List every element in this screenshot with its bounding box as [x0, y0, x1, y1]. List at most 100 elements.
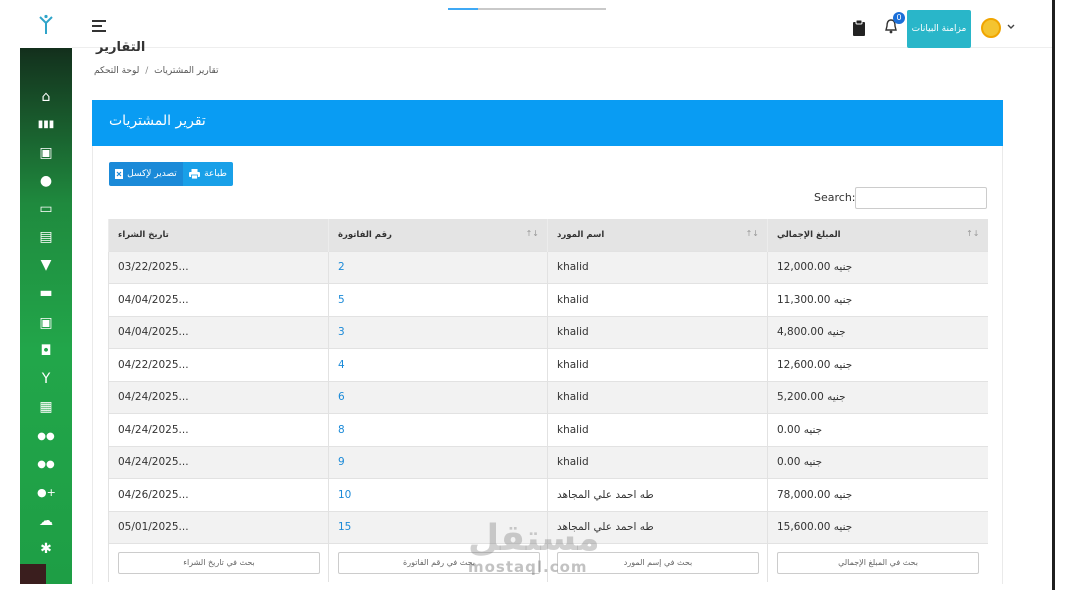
invoice-number-link[interactable]: 3 — [328, 315, 548, 349]
invoice-number-link[interactable]: 10 — [328, 478, 548, 511]
filter-cell: بحث في تاريخ الشراء — [108, 543, 329, 582]
column-header-label: رقم الفاتورة — [338, 229, 392, 240]
sync-data-button[interactable]: مزامنة البيانات — [907, 10, 971, 48]
search-label: Search: — [814, 191, 856, 204]
column-header-label: تاريخ الشراء — [118, 229, 169, 240]
total-amount-cell: 5,200.00 جنيه — [767, 380, 988, 414]
print-label: طباعة — [204, 169, 227, 179]
building-icon[interactable]: ▦ — [37, 398, 55, 416]
card-title: تقرير المشتريات — [109, 113, 206, 129]
total-amount-cell: 12,600.00 جنيه — [767, 348, 988, 381]
column-header-invoice-number[interactable]: رقم الفاتورة ↑↓ — [328, 219, 548, 251]
purchase-date-cell: 05/01/2025... — [108, 510, 329, 544]
table-header-row: تاريخ الشراء رقم الفاتورة ↑↓ اسم المورد ↑↓… — [108, 219, 988, 251]
column-header-total-amount[interactable]: المبلغ الإجمالي ↑↓ — [767, 219, 988, 251]
total-amount-cell: 0.00 جنيه — [767, 445, 988, 479]
user-icon[interactable]: ● — [37, 172, 55, 190]
export-excel-label: تصدير لإكسل — [127, 169, 177, 179]
filter-purchase-date-input[interactable]: بحث في تاريخ الشراء — [118, 551, 320, 574]
users-icon[interactable]: ●● — [37, 428, 55, 446]
medkit-icon[interactable]: ▣ — [37, 144, 55, 162]
user-add-icon[interactable]: ●+ — [37, 484, 56, 502]
card-icon[interactable]: ▭ — [37, 200, 55, 218]
purchase-date-cell: 04/24/2025... — [108, 380, 329, 414]
logo-icon[interactable] — [38, 14, 54, 36]
figure-icon[interactable]: Y — [37, 370, 55, 388]
watermark-logo: مستقل — [468, 518, 600, 559]
print-button[interactable]: طباعة — [183, 162, 233, 186]
cart-icon[interactable]: ▼ — [37, 256, 55, 274]
chevron-down-icon[interactable] — [1006, 22, 1016, 32]
lock-icon[interactable]: ◘ — [37, 342, 55, 360]
supplier-name-cell: khalid — [547, 380, 768, 414]
page-title: التقارير — [96, 40, 146, 55]
gear-icon[interactable]: ✱ — [37, 540, 55, 558]
purchase-date-cell: 04/04/2025... — [108, 283, 329, 316]
export-excel-button[interactable]: تصدير لإكسل — [109, 162, 183, 186]
column-header-purchase-date[interactable]: تاريخ الشراء — [108, 219, 329, 251]
purchase-date-cell: 04/26/2025... — [108, 478, 329, 511]
truck-icon[interactable]: ▬ — [37, 284, 55, 302]
table-row: 04/24/2025... 6 khalid 5,200.00 جنيه — [108, 380, 988, 414]
sidebar-logo-area — [20, 0, 72, 48]
supplier-name-cell: طه احمد علي المجاهد — [547, 478, 768, 511]
table-row: 04/04/2025... 5 khalid 11,300.00 جنيه — [108, 283, 988, 316]
invoice-number-link[interactable]: 8 — [328, 413, 548, 446]
notification-badge: 0 — [893, 12, 905, 24]
filter-cell: بحث في المبلغ الإجمالي — [767, 543, 988, 582]
table-row: 04/22/2025... 4 khalid 12,600.00 جنيه — [108, 348, 988, 381]
search-input[interactable] — [855, 187, 987, 209]
supplier-name-cell: khalid — [547, 445, 768, 479]
supplier-name-cell: khalid — [547, 283, 768, 316]
breadcrumb-dashboard-link[interactable]: لوحة التحكم — [94, 66, 139, 76]
chart-icon[interactable]: ▮▮▮ — [37, 116, 55, 134]
card-header — [92, 100, 1003, 146]
purchase-date-cell: 04/22/2025... — [108, 348, 329, 381]
breadcrumb: تقارير المشتريات / لوحة التحكم — [94, 66, 219, 76]
home-icon[interactable]: ⌂ — [37, 88, 55, 106]
total-amount-cell: 78,000.00 جنيه — [767, 478, 988, 511]
printer-icon — [189, 169, 201, 179]
table-row: 03/22/2025... 2 khalid 12,000.00 جنيه — [108, 250, 988, 284]
table-row: 04/04/2025... 3 khalid 4,800.00 جنيه — [108, 315, 988, 349]
supplier-name-cell: khalid — [547, 315, 768, 349]
watermark-url: mostaql.com — [468, 558, 588, 576]
sort-icon[interactable]: ↑↓ — [746, 229, 759, 238]
column-header-label: المبلغ الإجمالي — [777, 229, 841, 240]
medkit-icon[interactable]: ▣ — [37, 314, 55, 332]
supplier-name-cell: khalid — [547, 348, 768, 381]
users-icon[interactable]: ●● — [37, 456, 55, 474]
sidebar-bottom-block — [20, 564, 46, 584]
cloud-upload-icon[interactable]: ☁ — [37, 512, 55, 530]
invoice-number-link[interactable]: 5 — [328, 283, 548, 316]
sidebar: ⌂ ▮▮▮ ▣ ● ▭ ▤ ▼ ▬ ▣ ◘ Y ▦ ●● ●● ●+ ☁ ✱ — [20, 0, 72, 584]
total-amount-cell: 0.00 جنيه — [767, 413, 988, 446]
table-row: 04/26/2025... 10 طه احمد علي المجاهد 78,… — [108, 478, 988, 511]
excel-file-icon — [115, 169, 124, 179]
purchase-date-cell: 03/22/2025... — [108, 250, 329, 284]
export-button-group: تصدير لإكسل طباعة — [109, 162, 233, 186]
supplier-name-cell: khalid — [547, 250, 768, 284]
total-amount-cell: 11,300.00 جنيه — [767, 283, 988, 316]
table-row: 04/24/2025... 8 khalid 0.00 جنيه — [108, 413, 988, 446]
table-row: 04/24/2025... 9 khalid 0.00 جنيه — [108, 445, 988, 479]
invoice-number-link[interactable]: 2 — [328, 250, 548, 284]
total-amount-cell: 15,600.00 جنيه — [767, 510, 988, 544]
breadcrumb-current: تقارير المشتريات — [154, 66, 219, 76]
invoice-number-link[interactable]: 9 — [328, 445, 548, 479]
sort-icon[interactable]: ↑↓ — [526, 229, 539, 238]
avatar[interactable] — [981, 18, 1001, 38]
breadcrumb-separator: / — [145, 66, 149, 76]
clipboard-icon[interactable] — [853, 20, 865, 36]
invoice-number-link[interactable]: 6 — [328, 380, 548, 414]
total-amount-cell: 12,000.00 جنيه — [767, 250, 988, 284]
purchase-date-cell: 04/24/2025... — [108, 413, 329, 446]
column-header-supplier-name[interactable]: اسم المورد ↑↓ — [547, 219, 768, 251]
purchase-date-cell: 04/24/2025... — [108, 445, 329, 479]
invoice-number-link[interactable]: 4 — [328, 348, 548, 381]
window-edge — [1052, 0, 1055, 590]
menu-icon[interactable] — [92, 20, 106, 32]
filter-total-amount-input[interactable]: بحث في المبلغ الإجمالي — [777, 551, 979, 574]
sort-icon[interactable]: ↑↓ — [966, 229, 979, 238]
document-icon[interactable]: ▤ — [37, 228, 55, 246]
